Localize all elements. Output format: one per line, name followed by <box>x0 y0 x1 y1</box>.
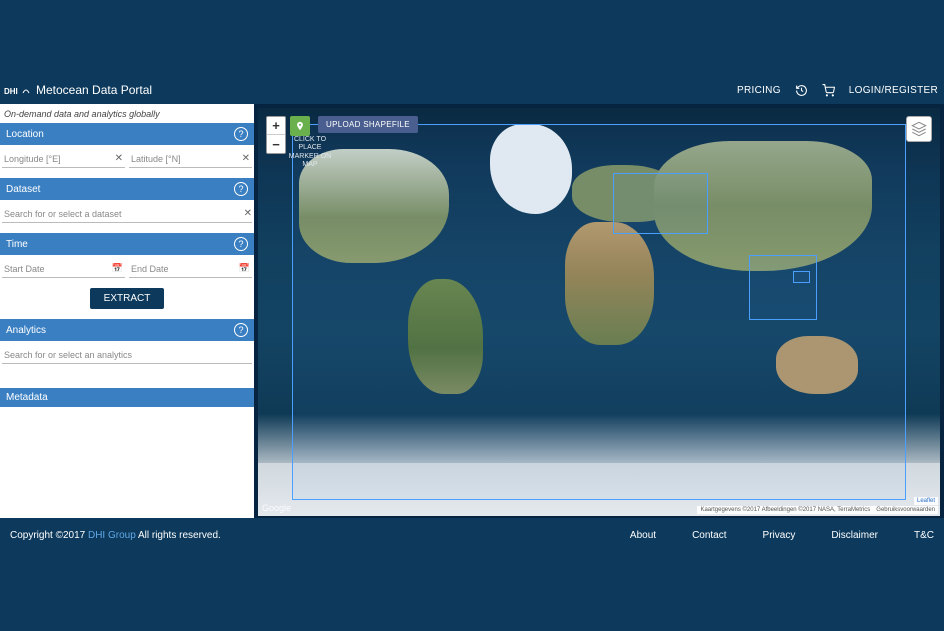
section-location-label: Location <box>6 129 44 140</box>
start-date-input[interactable] <box>2 261 125 278</box>
upload-shapefile-button[interactable]: UPLOAD SHAPEFILE <box>318 116 418 133</box>
location-inputs: ✕ ✕ <box>0 151 254 178</box>
region-box-sea[interactable] <box>749 255 817 320</box>
map-container: + − UPLOAD SHAPEFILE CLICK TO PLACE MARK… <box>254 104 944 518</box>
google-logo: Google <box>262 503 291 513</box>
marker-icon <box>290 116 310 136</box>
section-analytics-label: Analytics <box>6 325 46 336</box>
footer-privacy[interactable]: Privacy <box>763 530 796 541</box>
attribution-text: Kaartgegevens ©2017 Afbeeldingen ©2017 N… <box>700 507 870 513</box>
section-time: Time ? <box>0 233 254 255</box>
bottom-band <box>0 553 944 631</box>
help-icon[interactable]: ? <box>234 237 248 251</box>
pricing-link[interactable]: PRICING <box>737 85 781 96</box>
region-box-sea-small[interactable] <box>793 271 810 283</box>
top-band <box>0 0 944 76</box>
analytics-input-wrap <box>0 347 254 374</box>
latitude-input[interactable] <box>129 151 252 168</box>
marker-hint-text: CLICK TO PLACE MARKER ON MAP <box>288 136 332 170</box>
latitude-field-wrap: ✕ <box>129 151 252 168</box>
start-date-wrap: 📅 <box>2 261 125 278</box>
header-left: DHI Metocean Data Portal <box>4 83 152 97</box>
section-dataset: Dataset ? <box>0 178 254 200</box>
dataset-input[interactable] <box>2 206 252 223</box>
content: On-demand data and analytics globally Lo… <box>0 104 944 518</box>
dhi-logo-icon: DHI <box>4 83 30 97</box>
longitude-field-wrap: ✕ <box>2 151 125 168</box>
history-icon[interactable] <box>795 84 808 97</box>
end-date-wrap: 📅 <box>129 261 252 278</box>
extract-button[interactable]: EXTRACT <box>90 288 165 309</box>
footer-about[interactable]: About <box>630 530 656 541</box>
map-attribution: Kaartgegevens ©2017 Afbeeldingen ©2017 N… <box>697 506 938 514</box>
header: DHI Metocean Data Portal PRICING LOGIN/R… <box>0 76 944 104</box>
place-marker-button[interactable] <box>290 116 310 136</box>
dataset-input-wrap: ✕ <box>0 206 254 233</box>
longitude-input[interactable] <box>2 151 125 168</box>
calendar-icon[interactable]: 📅 <box>239 263 250 274</box>
section-analytics: Analytics ? <box>0 319 254 341</box>
cart-icon[interactable] <box>822 84 835 97</box>
tagline: On-demand data and analytics globally <box>0 107 254 123</box>
footer: Copyright ©2017 DHI Group All rights res… <box>0 518 944 553</box>
footer-links: About Contact Privacy Disclaimer T&C <box>630 530 934 541</box>
login-link[interactable]: LOGIN/REGISTER <box>849 85 938 96</box>
svg-text:DHI: DHI <box>4 87 18 96</box>
clear-icon[interactable]: ✕ <box>244 208 252 219</box>
help-icon[interactable]: ? <box>234 323 248 337</box>
footer-contact[interactable]: Contact <box>692 530 726 541</box>
help-icon[interactable]: ? <box>234 127 248 141</box>
world-map[interactable]: + − UPLOAD SHAPEFILE CLICK TO PLACE MARK… <box>258 108 940 516</box>
clear-icon[interactable]: ✕ <box>242 153 250 164</box>
clear-icon[interactable]: ✕ <box>115 153 123 164</box>
dhi-group-link[interactable]: DHI Group <box>88 530 136 541</box>
layers-button[interactable] <box>906 116 932 142</box>
zoom-in-button[interactable]: + <box>267 117 285 135</box>
sidebar: On-demand data and analytics globally Lo… <box>0 104 254 518</box>
end-date-input[interactable] <box>129 261 252 278</box>
calendar-icon[interactable]: 📅 <box>112 263 123 274</box>
section-metadata[interactable]: Metadata <box>0 388 254 407</box>
section-location: Location ? <box>0 123 254 145</box>
section-time-label: Time <box>6 239 28 250</box>
terms-link[interactable]: Gebruiksvoorwaarden <box>876 507 935 513</box>
region-box-europe[interactable] <box>613 173 708 234</box>
zoom-control: + − <box>266 116 286 154</box>
header-right: PRICING LOGIN/REGISTER <box>737 84 938 97</box>
copyright-prefix: Copyright ©2017 <box>10 530 88 541</box>
zoom-out-button[interactable]: − <box>267 135 285 153</box>
date-inputs: 📅 📅 <box>0 261 254 286</box>
section-dataset-label: Dataset <box>6 184 40 195</box>
section-metadata-label: Metadata <box>6 392 48 403</box>
help-icon[interactable]: ? <box>234 182 248 196</box>
copyright-suffix: All rights reserved. <box>136 530 221 541</box>
analytics-input[interactable] <box>2 347 252 364</box>
footer-disclaimer[interactable]: Disclaimer <box>831 530 878 541</box>
app-title: Metocean Data Portal <box>36 83 152 97</box>
leaflet-attribution[interactable]: Leaflet <box>914 497 938 505</box>
footer-tc[interactable]: T&C <box>914 530 934 541</box>
footer-copyright: Copyright ©2017 DHI Group All rights res… <box>10 530 221 541</box>
